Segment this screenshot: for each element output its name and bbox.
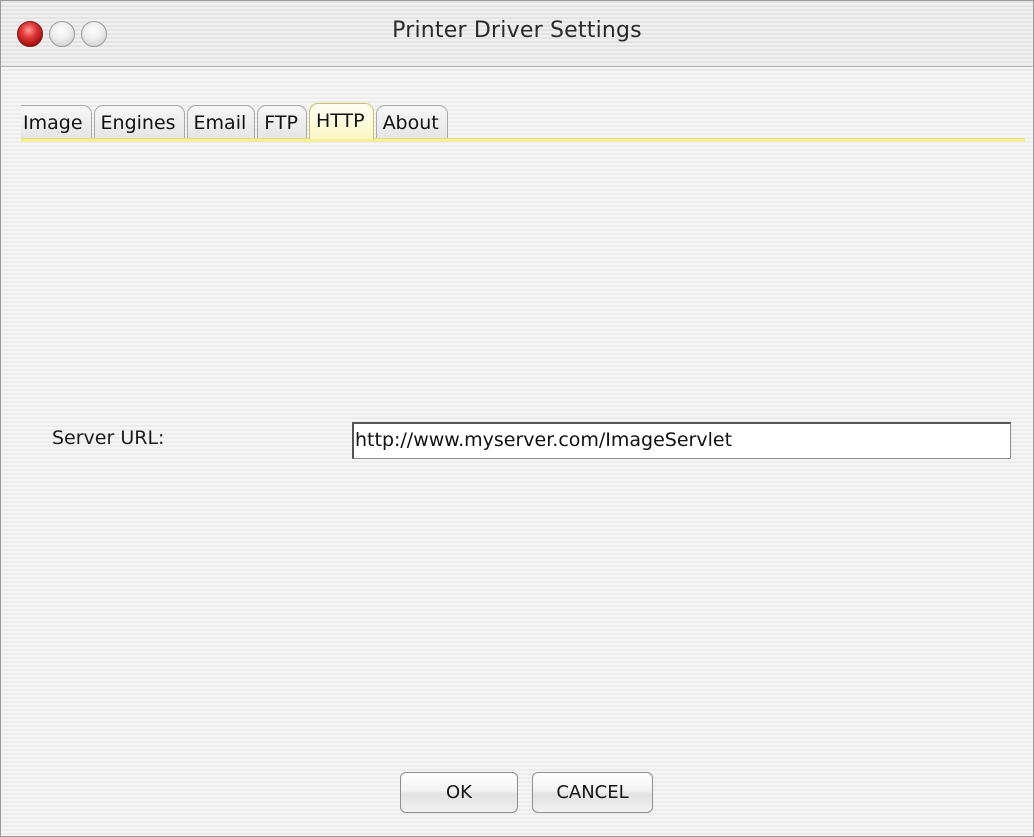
cancel-button[interactable]: CANCEL (532, 772, 653, 813)
ok-button[interactable]: OK (400, 772, 518, 813)
window-title: Printer Driver Settings (392, 18, 642, 43)
settings-window: Printer Driver Settings Image Engines Em… (0, 0, 1034, 837)
tab-bar: Image Engines Email FTP HTTP About (21, 103, 450, 139)
tab-http[interactable]: HTTP (308, 103, 374, 139)
title-bar[interactable]: Printer Driver Settings (1, 1, 1033, 67)
server-url-label: Server URL: (52, 427, 165, 449)
tab-email[interactable]: Email (186, 105, 256, 139)
tab-ftp[interactable]: FTP (257, 105, 307, 139)
tab-about[interactable]: About (375, 105, 448, 139)
tab-panel-divider (21, 138, 1025, 142)
tab-image[interactable]: Image (21, 105, 92, 139)
tab-engines[interactable]: Engines (93, 105, 185, 139)
server-url-input[interactable] (352, 422, 1011, 459)
